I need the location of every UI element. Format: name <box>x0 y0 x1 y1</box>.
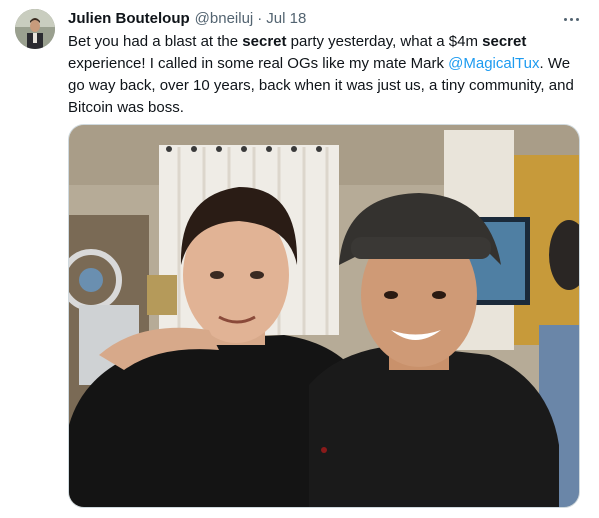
tweet-header: Julien Bouteloup @bneiluj · Jul 18 <box>68 9 306 29</box>
tweet-text-segment: experience! I called in some real OGs li… <box>68 55 449 72</box>
tweet-text-segment: party yesterday, what a $4m <box>286 33 483 50</box>
tweet-text: Bet you had a blast at the secret party … <box>68 31 584 119</box>
author-avatar[interactable] <box>15 9 55 49</box>
tweet-keyword: secret <box>482 33 527 50</box>
tweet-photo[interactable] <box>68 124 580 508</box>
tweet-text-segment: Bet you had a blast at the <box>68 33 243 50</box>
avatar-image <box>15 9 55 49</box>
more-horizontal-icon[interactable] <box>558 8 584 30</box>
author-handle[interactable]: @bneiluj <box>195 9 254 29</box>
tweet-keyword: secret <box>242 33 287 50</box>
mention-link[interactable]: @MagicalTux <box>448 55 539 72</box>
photo-image <box>69 125 579 507</box>
tweet-date[interactable]: Jul 18 <box>266 9 306 29</box>
header-separator: · <box>257 10 263 27</box>
author-name[interactable]: Julien Bouteloup <box>68 9 190 29</box>
